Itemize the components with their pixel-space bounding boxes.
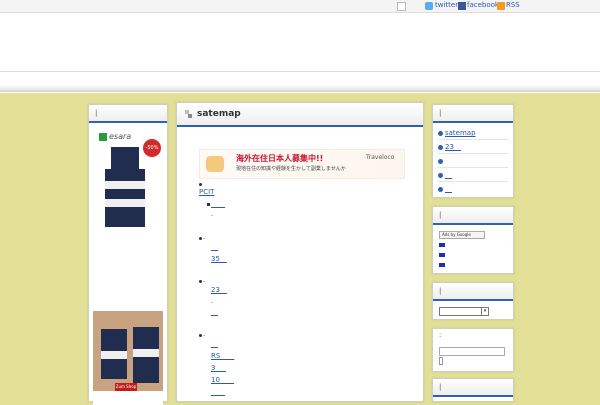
divider bbox=[438, 139, 508, 140]
dress-stripe bbox=[105, 199, 145, 207]
facebook-icon[interactable] bbox=[458, 2, 466, 10]
dress-stripe bbox=[101, 351, 127, 359]
sitemap-link[interactable]: PCIT bbox=[199, 188, 214, 196]
bullet-circle-icon bbox=[438, 159, 443, 164]
left-sidebar-panel: | esara -50% Zum Shop bbox=[88, 104, 168, 405]
ad-flag-icon[interactable] bbox=[439, 243, 445, 247]
search-button[interactable] bbox=[439, 357, 443, 365]
ad-flag-icon[interactable] bbox=[439, 263, 445, 267]
shop-button[interactable]: Zum Shop bbox=[115, 383, 137, 391]
recent-link[interactable]: 23__ bbox=[445, 143, 461, 151]
sitemap-link[interactable]: 10____ bbox=[211, 376, 234, 384]
ad-headline: 海外在住日本人募集中!! bbox=[236, 154, 324, 163]
bullet bbox=[199, 280, 202, 283]
title-square-icon bbox=[188, 114, 192, 118]
bullet bbox=[207, 203, 210, 206]
sitemap-link[interactable]: 35__ bbox=[211, 255, 227, 263]
divider bbox=[438, 153, 508, 154]
right-panel-title: | bbox=[433, 283, 513, 301]
right-panel-recent: | satemap 23__ __ __ bbox=[432, 104, 514, 198]
bullet-circle-icon bbox=[438, 173, 443, 178]
sitemap-text: . bbox=[203, 330, 206, 338]
rss-icon[interactable] bbox=[497, 2, 505, 10]
recent-link[interactable]: __ bbox=[445, 171, 452, 179]
blank-box-icon[interactable] bbox=[397, 2, 406, 11]
recent-link[interactable]: satemap bbox=[445, 129, 476, 137]
discount-badge: -50% bbox=[143, 139, 161, 157]
traveloco-ad-banner[interactable]: 海外在住日本人募集中!! 現地在住の知識や経験を生かして副業しませんか Trav… bbox=[199, 149, 405, 179]
ad-brand: Traveloco bbox=[366, 154, 395, 161]
bullet-circle-icon bbox=[438, 145, 443, 150]
dress-top-image bbox=[111, 147, 139, 169]
sitemap-link[interactable]: __ bbox=[211, 308, 218, 316]
search-input[interactable] bbox=[439, 347, 505, 356]
sitemap-link[interactable]: ____ bbox=[211, 388, 225, 396]
sitemap-text: . bbox=[211, 297, 214, 305]
ad-subtext: 現地在住の知識や経験を生かして副業しませんか bbox=[236, 166, 346, 172]
ad-brand: esara bbox=[109, 132, 132, 141]
chevron-down-icon: ▾ bbox=[481, 308, 488, 315]
site-header bbox=[0, 13, 600, 93]
archive-select[interactable]: ▾ bbox=[439, 307, 489, 316]
header-divider bbox=[0, 71, 600, 72]
sitemap-link[interactable]: ____ bbox=[211, 200, 225, 208]
right-panel-title: : bbox=[439, 331, 442, 339]
right-panel-archive: | ▾ bbox=[432, 282, 514, 320]
divider bbox=[438, 167, 508, 168]
left-ad-banner[interactable]: esara -50% Zum Shop bbox=[93, 129, 163, 405]
dress-stripe bbox=[105, 181, 145, 189]
right-panel-extra: | bbox=[432, 378, 514, 402]
bullet bbox=[199, 237, 202, 240]
ad-illustration bbox=[206, 156, 224, 172]
sitemap-link[interactable]: RS____ bbox=[211, 352, 234, 360]
left-panel-title: | bbox=[89, 105, 167, 123]
sitemap-link[interactable]: __ bbox=[211, 340, 218, 348]
bullet bbox=[199, 183, 202, 186]
ads-by-google-label[interactable]: Ads by Google bbox=[439, 231, 485, 239]
right-panel-title: | bbox=[433, 207, 513, 225]
dress-skirt-image bbox=[105, 169, 145, 227]
sitemap-link[interactable]: 3___ bbox=[211, 364, 226, 372]
sitemap-text: . bbox=[203, 233, 206, 241]
right-panel-search: : bbox=[432, 328, 514, 372]
sitemap-link[interactable]: 23__ bbox=[211, 286, 227, 294]
facebook-link[interactable]: facebook bbox=[467, 1, 499, 9]
right-panel-title: | bbox=[433, 105, 513, 123]
right-panel-ads: | Ads by Google bbox=[432, 206, 514, 274]
page-title: satemap bbox=[197, 109, 241, 119]
sitemap-text: . bbox=[203, 276, 206, 284]
twitter-icon[interactable] bbox=[425, 2, 433, 10]
sitemap-link[interactable]: __ bbox=[211, 243, 218, 251]
rss-link[interactable]: RSS bbox=[506, 1, 520, 9]
bullet-circle-icon bbox=[438, 187, 443, 192]
right-panel-title: | bbox=[433, 379, 513, 397]
bullet-circle-icon bbox=[438, 131, 443, 136]
divider bbox=[438, 181, 508, 182]
nav-bar bbox=[0, 85, 600, 92]
dress-stripe bbox=[133, 349, 159, 357]
ad-flag-icon[interactable] bbox=[439, 253, 445, 257]
bullet bbox=[199, 334, 202, 337]
sitemap-text: . bbox=[211, 210, 214, 218]
top-bar: twitter facebook RSS bbox=[0, 0, 600, 13]
twitter-link[interactable]: twitter bbox=[435, 1, 458, 9]
lesara-logo-icon bbox=[99, 133, 107, 141]
main-content-panel: satemap 海外在住日本人募集中!! 現地在住の知識や経験を生かして副業しま… bbox=[176, 102, 424, 402]
main-title-bar: satemap bbox=[177, 103, 423, 127]
recent-link[interactable]: __ bbox=[445, 185, 452, 193]
